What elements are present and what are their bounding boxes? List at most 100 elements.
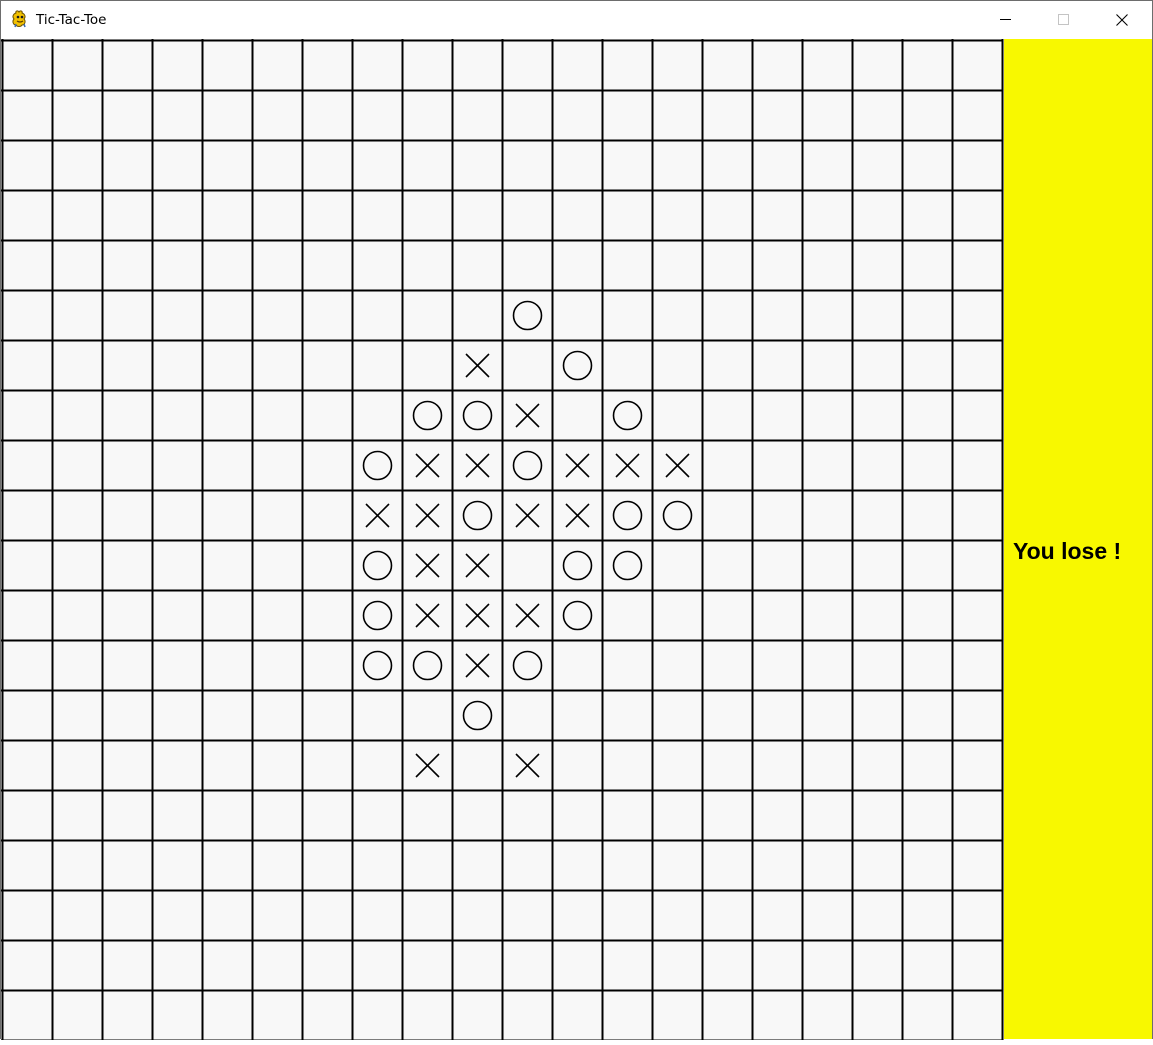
board-cell[interactable] [353, 541, 403, 591]
board-cell[interactable] [603, 941, 653, 991]
board-cell[interactable] [903, 991, 953, 1041]
board-cell[interactable] [303, 341, 353, 391]
board-cell[interactable] [953, 141, 1003, 191]
board-cell[interactable] [53, 191, 103, 241]
board-cell[interactable] [203, 441, 253, 491]
board-cell[interactable] [153, 341, 203, 391]
board-cell[interactable] [953, 941, 1003, 991]
board-cell[interactable] [103, 841, 153, 891]
board-cell[interactable] [303, 491, 353, 541]
board-cell[interactable] [353, 91, 403, 141]
board-cell[interactable] [803, 191, 853, 241]
board-cell[interactable] [603, 341, 653, 391]
board-cell[interactable] [353, 291, 403, 341]
board-cell[interactable] [903, 591, 953, 641]
board-cell[interactable] [453, 41, 503, 91]
board-cell[interactable] [603, 841, 653, 891]
board-cell[interactable] [53, 441, 103, 491]
board-cell[interactable] [53, 241, 103, 291]
board-cell[interactable] [353, 41, 403, 91]
board-cell[interactable] [853, 91, 903, 141]
board-canvas[interactable] [1, 39, 1004, 1042]
board-cell[interactable] [353, 891, 403, 941]
board-cell[interactable] [503, 691, 553, 741]
board-cell[interactable] [553, 791, 603, 841]
board-cell[interactable] [803, 341, 853, 391]
board-cell[interactable] [553, 841, 603, 891]
board-cell[interactable] [303, 691, 353, 741]
board-cell[interactable] [703, 691, 753, 741]
board-cell[interactable] [653, 891, 703, 941]
board-cell[interactable] [353, 741, 403, 791]
board-cell[interactable] [853, 191, 903, 241]
board-cell[interactable] [403, 91, 453, 141]
board-cell[interactable] [953, 791, 1003, 841]
board-cell[interactable] [803, 291, 853, 341]
board-cell[interactable] [453, 891, 503, 941]
board-cell[interactable] [103, 641, 153, 691]
board-cell[interactable] [153, 941, 203, 991]
board-cell[interactable] [453, 241, 503, 291]
board-cell[interactable] [303, 41, 353, 91]
board-cell[interactable] [903, 891, 953, 941]
board-cell[interactable] [603, 41, 653, 91]
maximize-button[interactable] [1034, 1, 1092, 38]
board-cell[interactable] [653, 791, 703, 841]
board-cell[interactable] [503, 941, 553, 991]
board-cell[interactable] [153, 391, 203, 441]
board-cell[interactable] [603, 191, 653, 241]
board-cell[interactable] [153, 441, 203, 491]
board-cell[interactable] [603, 241, 653, 291]
board-cell[interactable] [903, 491, 953, 541]
board-cell[interactable] [203, 941, 253, 991]
board-cell[interactable] [153, 741, 203, 791]
board-cell[interactable] [153, 641, 203, 691]
board-cell[interactable] [453, 191, 503, 241]
board-cell[interactable] [703, 241, 753, 291]
board-cell[interactable] [103, 241, 153, 291]
board-cell[interactable] [53, 691, 103, 741]
board-cell[interactable] [803, 741, 853, 791]
board-cell[interactable] [353, 591, 403, 641]
board-cell[interactable] [203, 541, 253, 591]
board-cell[interactable] [803, 891, 853, 941]
board-cell[interactable] [53, 991, 103, 1041]
board-cell[interactable] [403, 191, 453, 241]
board-cell[interactable] [853, 991, 903, 1041]
board-cell[interactable] [153, 541, 203, 591]
board-cell[interactable] [603, 691, 653, 741]
board-cell[interactable] [803, 91, 853, 141]
board-cell[interactable] [653, 991, 703, 1041]
board-cell[interactable] [403, 141, 453, 191]
board-cell[interactable] [203, 141, 253, 191]
board-cell[interactable] [153, 41, 203, 91]
board-cell[interactable] [453, 841, 503, 891]
board-cell[interactable] [753, 391, 803, 441]
board-cell[interactable] [103, 891, 153, 941]
board-cell[interactable] [803, 691, 853, 741]
board-cell[interactable] [353, 191, 403, 241]
board-cell[interactable] [453, 391, 503, 441]
board-cell[interactable] [653, 341, 703, 391]
board-cell[interactable] [703, 341, 753, 391]
board-cell[interactable] [253, 941, 303, 991]
board-cell[interactable] [3, 941, 53, 991]
board-cell[interactable] [303, 991, 353, 1041]
board-cell[interactable] [803, 541, 853, 591]
board-cell[interactable] [503, 41, 553, 91]
board-cell[interactable] [403, 391, 453, 441]
board-cell[interactable] [453, 741, 503, 791]
board-cell[interactable] [3, 241, 53, 291]
board-cell[interactable] [353, 341, 403, 391]
board-cell[interactable] [403, 691, 453, 741]
board-cell[interactable] [203, 841, 253, 891]
board-cell[interactable] [803, 591, 853, 641]
board-cell[interactable] [903, 91, 953, 141]
board-cell[interactable] [153, 491, 203, 541]
board-cell[interactable] [53, 541, 103, 591]
board-cell[interactable] [703, 941, 753, 991]
board-cell[interactable] [903, 441, 953, 491]
board-cell[interactable] [203, 241, 253, 291]
board-cell[interactable] [403, 291, 453, 341]
game-board[interactable] [1, 39, 1004, 1042]
